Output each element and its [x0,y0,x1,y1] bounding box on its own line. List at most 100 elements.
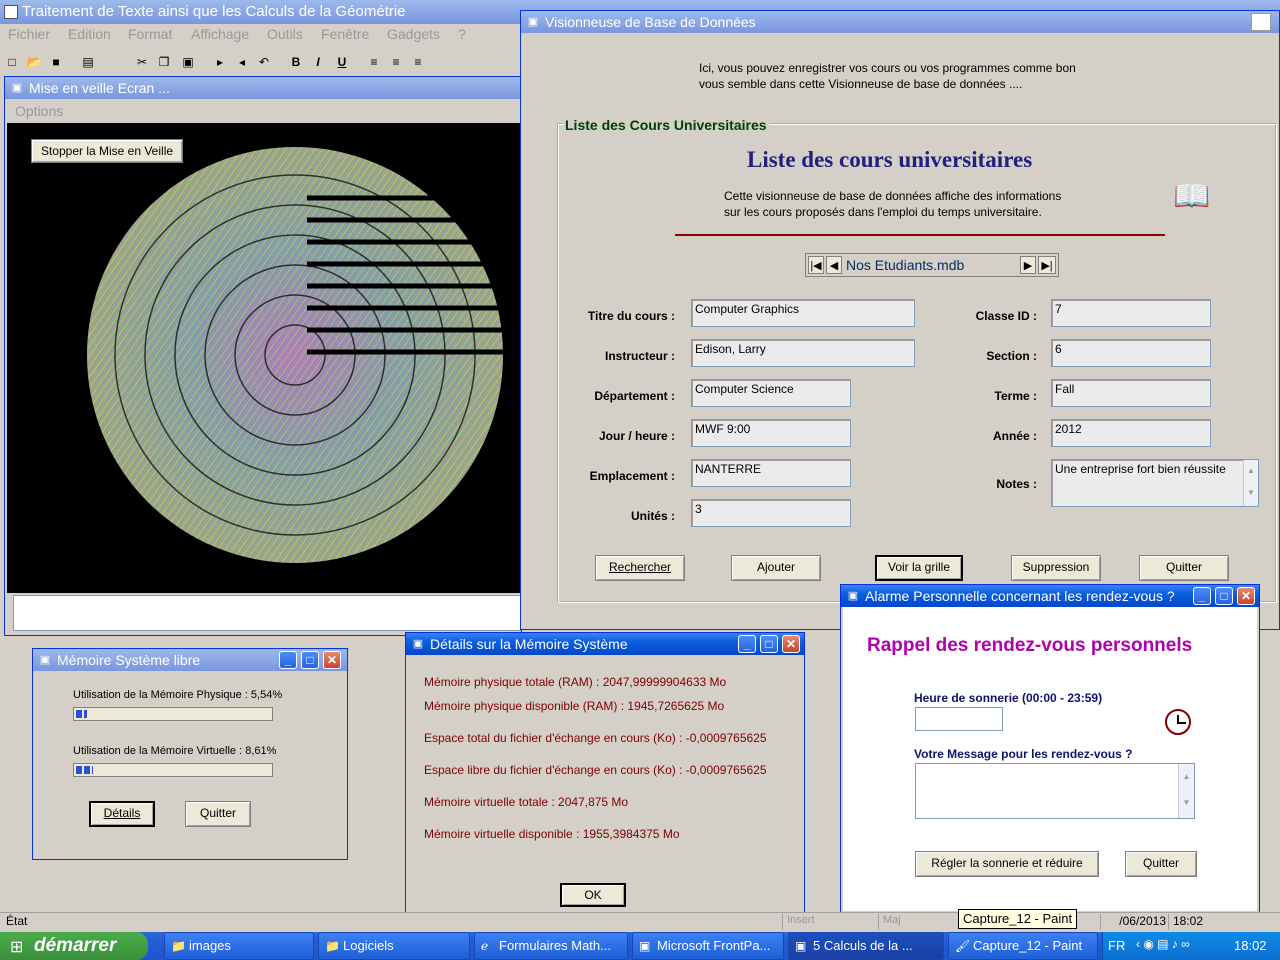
memory-details-window: ▣ Détails sur la Mémoire Système _ □ ✕ M… [405,632,805,924]
task-label: Logiciels [343,938,394,953]
mem-swap-free: Espace libre du fichier d'échange en cou… [424,763,767,777]
minimize-button[interactable]: _ [279,651,297,669]
underline-icon[interactable]: U [332,52,352,72]
alarm-message-label: Votre Message pour les rendez-vous ? [914,747,1133,761]
task-frontpage[interactable]: ▣ Microsoft FrontPa... [632,932,784,960]
annee-field[interactable]: 2012 [1051,419,1211,447]
rechercher-button[interactable]: Rechercher [595,555,685,581]
undo-icon[interactable]: ↶ [254,52,274,72]
jour-field[interactable]: MWF 9:00 [691,419,851,447]
navigator-caption: Nos Etudiants.mdb [846,257,965,273]
new-icon[interactable]: □ [2,52,22,72]
close-button[interactable]: ✕ [1237,587,1255,605]
play-icon[interactable]: ▸ [210,52,230,72]
set-alarm-button[interactable]: Régler la sonnerie et réduire [915,851,1099,877]
ok-button[interactable]: OK [560,883,626,907]
alarm-time-input[interactable] [915,707,1003,731]
stop-screensaver-button[interactable]: Stopper la Mise en Veille [31,139,183,163]
task-formulaires[interactable]: ℯ Formulaires Math... [474,932,628,960]
maximize-button[interactable]: □ [1215,587,1233,605]
classe-label: Classe ID : [975,309,1037,323]
app-group-icon: ▣ [795,939,807,953]
maximize-button[interactable]: □ [760,635,778,653]
ajouter-button[interactable]: Ajouter [731,555,821,581]
start-button[interactable]: ⊞ démarrer [0,932,148,960]
print-icon[interactable]: ▤ [78,52,98,72]
db-intro-1: Ici, vous pouvez enregistrer vos cours o… [699,61,1076,75]
alarm-time-label: Heure de sonnerie (00:00 - 23:59) [914,691,1103,705]
physical-memory-bar [73,707,273,721]
menu-format[interactable]: Format [128,26,172,42]
screensaver-input[interactable] [13,595,521,631]
mem-swap-total: Espace total du fichier d'échange en cou… [424,731,767,745]
mem-total-ram: Mémoire physique totale (RAM) : 2047,999… [424,675,727,689]
task-logiciels[interactable]: 📁 Logiciels [318,932,470,960]
menu-fichier[interactable]: Fichier [8,26,50,42]
db-quit-button[interactable]: Quitter [1139,555,1229,581]
status-text: État [6,914,28,928]
notes-scrollbar[interactable]: ▲ ▼ [1243,460,1258,506]
section-field[interactable]: 6 [1051,339,1211,367]
unites-field[interactable]: 3 [691,499,851,527]
align-center-icon[interactable]: ≡ [386,52,406,72]
align-right-icon[interactable]: ≡ [408,52,428,72]
last-record-icon[interactable]: ▶| [1038,256,1056,274]
first-record-icon[interactable]: |◀ [808,256,824,274]
task-label: 5 Calculs de la ... [813,938,913,953]
terme-field[interactable]: Fall [1051,379,1211,407]
cut-icon[interactable]: ✂ [132,52,152,72]
status-time: 18:02 [1168,914,1248,930]
status-insert: Insert [782,914,874,930]
tooltip: Capture_12 - Paint [958,909,1078,929]
minimize-button[interactable]: _ [738,635,756,653]
titre-field[interactable]: Computer Graphics [691,299,915,327]
back-icon[interactable]: ◂ [232,52,252,72]
open-icon[interactable]: 📂 [24,52,44,72]
save-icon[interactable]: ■ [46,52,66,72]
main-title: Traitement de Texte ainsi que les Calcul… [22,3,406,20]
close-button[interactable]: ✕ [323,651,341,669]
maximize-button[interactable]: □ [301,651,319,669]
db-intro-2: vous semble dans cette Visionneuse de ba… [699,77,1023,91]
classe-field[interactable]: 7 [1051,299,1211,327]
task-paint[interactable]: 🖌 Capture_12 - Paint [948,932,1098,960]
folder-icon: 📁 [171,939,186,953]
message-scrollbar[interactable]: ▲ ▼ [1178,764,1194,818]
db-close-button[interactable] [1251,13,1271,31]
unites-label: Unités : [630,509,675,523]
close-button[interactable]: ✕ [782,635,800,653]
voir-grille-button[interactable]: Voir la grille [875,555,963,581]
details-button[interactable]: Détails [89,801,155,827]
language-indicator[interactable]: FR [1108,938,1125,953]
minimize-button[interactable]: _ [1193,587,1211,605]
menu-help[interactable]: ? [458,26,466,42]
db-window: ▣ Visionneuse de Base de Données Ici, vo… [520,10,1280,630]
departement-field[interactable]: Computer Science [691,379,851,407]
screensaver-menu-options[interactable]: Options [15,103,63,119]
menu-gadgets[interactable]: Gadgets [387,26,440,42]
menu-edition[interactable]: Edition [68,26,111,42]
menu-outils[interactable]: Outils [267,26,303,42]
memory-quit-button[interactable]: Quitter [185,801,251,827]
status-maj: Maj [878,914,962,930]
task-calculs[interactable]: ▣ 5 Calculs de la ... [788,932,944,960]
paste-icon[interactable]: ▣ [178,52,198,72]
virtual-memory-bar [73,763,273,777]
alarm-quit-button[interactable]: Quitter [1125,851,1197,877]
instructeur-field[interactable]: Edison, Larry [691,339,915,367]
menu-fenetre[interactable]: Fenêtre [321,26,369,42]
italic-icon[interactable]: I [308,52,328,72]
next-record-icon[interactable]: ▶ [1020,256,1036,274]
suppression-button[interactable]: Suppression [1011,555,1101,581]
copy-icon[interactable]: ❐ [154,52,174,72]
menu-affichage[interactable]: Affichage [191,26,249,42]
task-images[interactable]: 📁 images [164,932,314,960]
notes-field[interactable]: Une entreprise fort bien réussite [1051,459,1259,507]
bold-icon[interactable]: B [286,52,306,72]
alarm-message-input[interactable] [915,763,1195,819]
db-divider [675,234,1165,236]
app-icon [4,5,18,19]
emplacement-field[interactable]: NANTERRE [691,459,851,487]
align-left-icon[interactable]: ≡ [364,52,384,72]
prev-record-icon[interactable]: ◀ [826,256,842,274]
